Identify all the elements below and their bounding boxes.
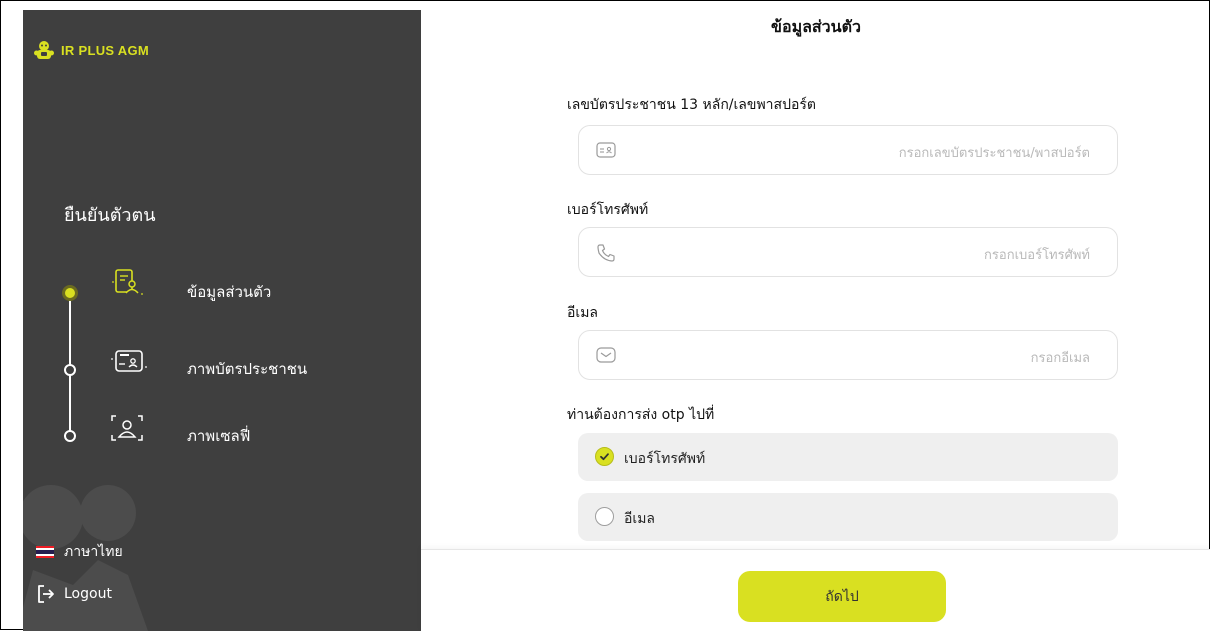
step-indicator: [64, 430, 76, 442]
step-label-id-card: ภาพบัตรประชาชน: [187, 360, 308, 378]
step-label-personal-info: ข้อมูลส่วนตัว: [187, 283, 272, 301]
page-title: ข้อมูลส่วนตัว: [771, 17, 861, 36]
phone-placeholder: กรอกเบอร์โทรศัพท์: [984, 248, 1090, 263]
id-number-placeholder: กรอกเลขบัตรประชาชน/พาสปอร์ต: [898, 146, 1090, 161]
radio-checked[interactable]: [595, 447, 614, 466]
main-panel: ข้อมูลส่วนตัว เลขบัตรประชาชน 13 หลัก/เลข…: [421, 1, 1210, 631]
logout-button[interactable]: Logout: [36, 584, 112, 604]
radio-unchecked[interactable]: [595, 507, 614, 526]
email-field[interactable]: กรอกอีเมล: [578, 330, 1118, 380]
language-switcher[interactable]: ภาษาไทย: [36, 541, 123, 563]
sidebar: IR PLUS AGM ยืนยันตัวตน ข้อมูลส่วนตัว ภา…: [23, 10, 421, 631]
footer-bar: ถัดไป: [421, 549, 1210, 631]
step-label-selfie: ภาพเซลฟี่: [187, 427, 251, 445]
otp-option-phone[interactable]: เบอร์โทรศัพท์: [578, 433, 1118, 481]
phone-label: เบอร์โทรศัพท์: [567, 202, 649, 218]
check-icon: [600, 453, 609, 461]
step-indicator-active: [62, 285, 78, 301]
otp-option-email[interactable]: อีเมล: [578, 493, 1118, 541]
personal-info-icon: [112, 269, 143, 295]
logout-icon: [38, 585, 54, 603]
otp-target-label: ท่านต้องการส่ง otp ไปที่: [567, 407, 715, 423]
id-card-field-icon: [596, 142, 616, 158]
selfie-icon: [111, 415, 143, 441]
brand-logo: IR PLUS AGM: [33, 40, 149, 60]
id-number-field[interactable]: กรอกเลขบัตรประชาชน/พาสปอร์ต: [578, 125, 1118, 175]
brand-name: IR PLUS AGM: [61, 42, 150, 58]
otp-option-email-label: อีเมล: [624, 511, 656, 527]
id-card-icon: [111, 350, 147, 372]
language-label: ภาษาไทย: [64, 544, 123, 560]
sidebar-heading: ยืนยันตัวตน: [64, 205, 156, 226]
thai-flag-icon: [36, 546, 54, 558]
id-number-label: เลขบัตรประชาชน 13 หลัก/เลขพาสปอร์ต: [567, 97, 816, 113]
email-placeholder: กรอกอีเมล: [1030, 351, 1090, 366]
otp-option-phone-label: เบอร์โทรศัพท์: [624, 451, 706, 467]
mascot-logo-icon: [34, 41, 54, 59]
mail-icon: [596, 347, 616, 363]
phone-icon: [597, 244, 615, 262]
phone-field[interactable]: กรอกเบอร์โทรศัพท์: [578, 227, 1118, 277]
email-label: อีเมล: [567, 305, 599, 321]
step-indicator: [64, 364, 76, 376]
logout-label: Logout: [64, 586, 112, 602]
next-button[interactable]: ถัดไป: [738, 571, 946, 622]
app-window: IR PLUS AGM ยืนยันตัวตน ข้อมูลส่วนตัว ภา…: [0, 0, 1210, 631]
